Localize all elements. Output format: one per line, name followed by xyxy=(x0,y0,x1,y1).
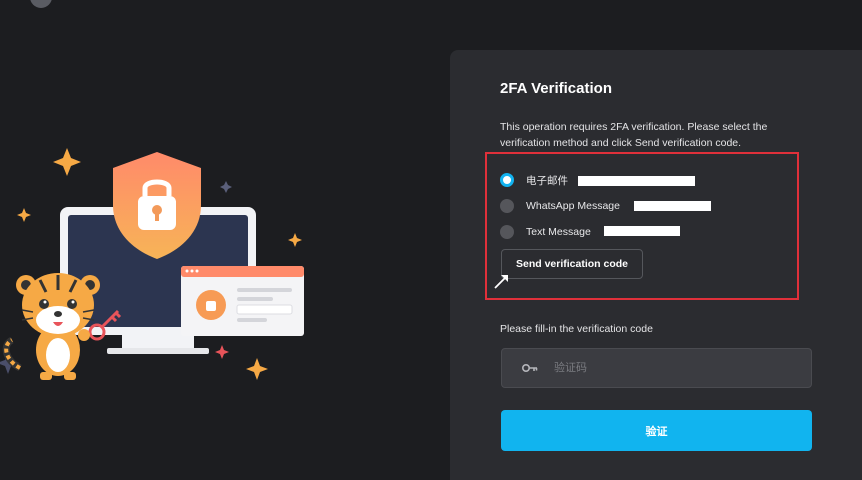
redacted-whatsapp xyxy=(634,201,711,211)
radio-email[interactable] xyxy=(500,173,514,187)
method-label-sms: Text Message xyxy=(526,226,591,238)
panel-title: 2FA Verification xyxy=(500,80,612,97)
method-label-email: 电子邮件 xyxy=(526,174,568,187)
method-option-email[interactable]: 电子邮件 xyxy=(500,172,568,188)
code-input-wrapper[interactable] xyxy=(501,348,812,388)
method-option-whatsapp[interactable]: WhatsApp Message xyxy=(500,198,620,214)
send-code-button[interactable]: Send verification code xyxy=(501,249,643,279)
method-option-sms[interactable]: Text Message xyxy=(500,224,591,240)
verification-code-input[interactable] xyxy=(552,361,811,375)
key-icon xyxy=(522,363,538,373)
avatar[interactable] xyxy=(30,0,52,8)
verification-panel: 2FA Verification This operation requires… xyxy=(450,50,862,480)
method-label-whatsapp: WhatsApp Message xyxy=(526,200,620,212)
panel-description: This operation requires 2FA verification… xyxy=(500,121,768,149)
code-field-label: Please fill-in the verification code xyxy=(500,323,653,335)
redacted-email xyxy=(578,176,695,186)
radio-whatsapp[interactable] xyxy=(500,199,514,213)
redacted-phone xyxy=(604,226,680,236)
verify-button[interactable]: 验证 xyxy=(501,410,812,451)
radio-sms[interactable] xyxy=(500,225,514,239)
security-illustration xyxy=(0,148,304,380)
pointer-arrow-icon xyxy=(494,275,508,289)
